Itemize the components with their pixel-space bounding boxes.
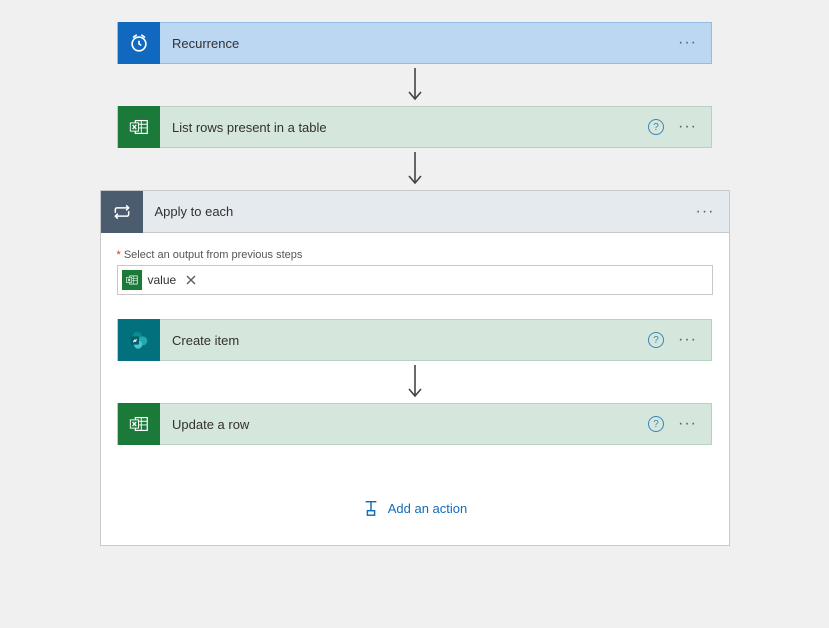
excel-icon bbox=[118, 106, 160, 148]
arrow-connector bbox=[405, 361, 425, 403]
insert-action-icon bbox=[362, 499, 380, 517]
arrow-connector bbox=[405, 64, 425, 106]
step-title: Update a row bbox=[160, 417, 648, 432]
help-icon[interactable]: ? bbox=[648, 119, 664, 135]
step-recurrence[interactable]: Recurrence ··· bbox=[117, 22, 712, 64]
step-create-item[interactable]: Create item ? ··· bbox=[117, 319, 712, 361]
step-title: Recurrence bbox=[160, 36, 678, 51]
more-icon[interactable]: ··· bbox=[678, 35, 697, 51]
excel-icon bbox=[118, 403, 160, 445]
close-icon[interactable] bbox=[182, 271, 200, 289]
sharepoint-icon bbox=[118, 319, 160, 361]
step-update-row[interactable]: Update a row ? ··· bbox=[117, 403, 712, 445]
field-label: * Select an output from previous steps bbox=[117, 249, 713, 261]
more-icon[interactable]: ··· bbox=[678, 416, 697, 432]
arrow-connector bbox=[405, 148, 425, 190]
more-icon[interactable]: ··· bbox=[678, 332, 697, 348]
output-selector-input[interactable]: value bbox=[117, 265, 713, 295]
step-apply-to-each: Apply to each ··· * Select an output fro… bbox=[100, 190, 730, 546]
help-icon[interactable]: ? bbox=[648, 416, 664, 432]
step-title: List rows present in a table bbox=[160, 120, 648, 135]
token-label: value bbox=[146, 273, 179, 287]
clock-icon bbox=[118, 22, 160, 64]
loop-icon bbox=[101, 191, 143, 233]
token-value[interactable]: value bbox=[122, 270, 201, 290]
container-header[interactable]: Apply to each ··· bbox=[101, 191, 729, 233]
excel-icon bbox=[122, 270, 142, 290]
add-action-label: Add an action bbox=[388, 501, 468, 516]
add-action-button[interactable]: Add an action bbox=[362, 499, 468, 517]
step-list-rows[interactable]: List rows present in a table ? ··· bbox=[117, 106, 712, 148]
more-icon[interactable]: ··· bbox=[678, 119, 697, 135]
step-title: Apply to each bbox=[143, 204, 696, 219]
more-icon[interactable]: ··· bbox=[696, 204, 715, 220]
step-title: Create item bbox=[160, 333, 648, 348]
help-icon[interactable]: ? bbox=[648, 332, 664, 348]
